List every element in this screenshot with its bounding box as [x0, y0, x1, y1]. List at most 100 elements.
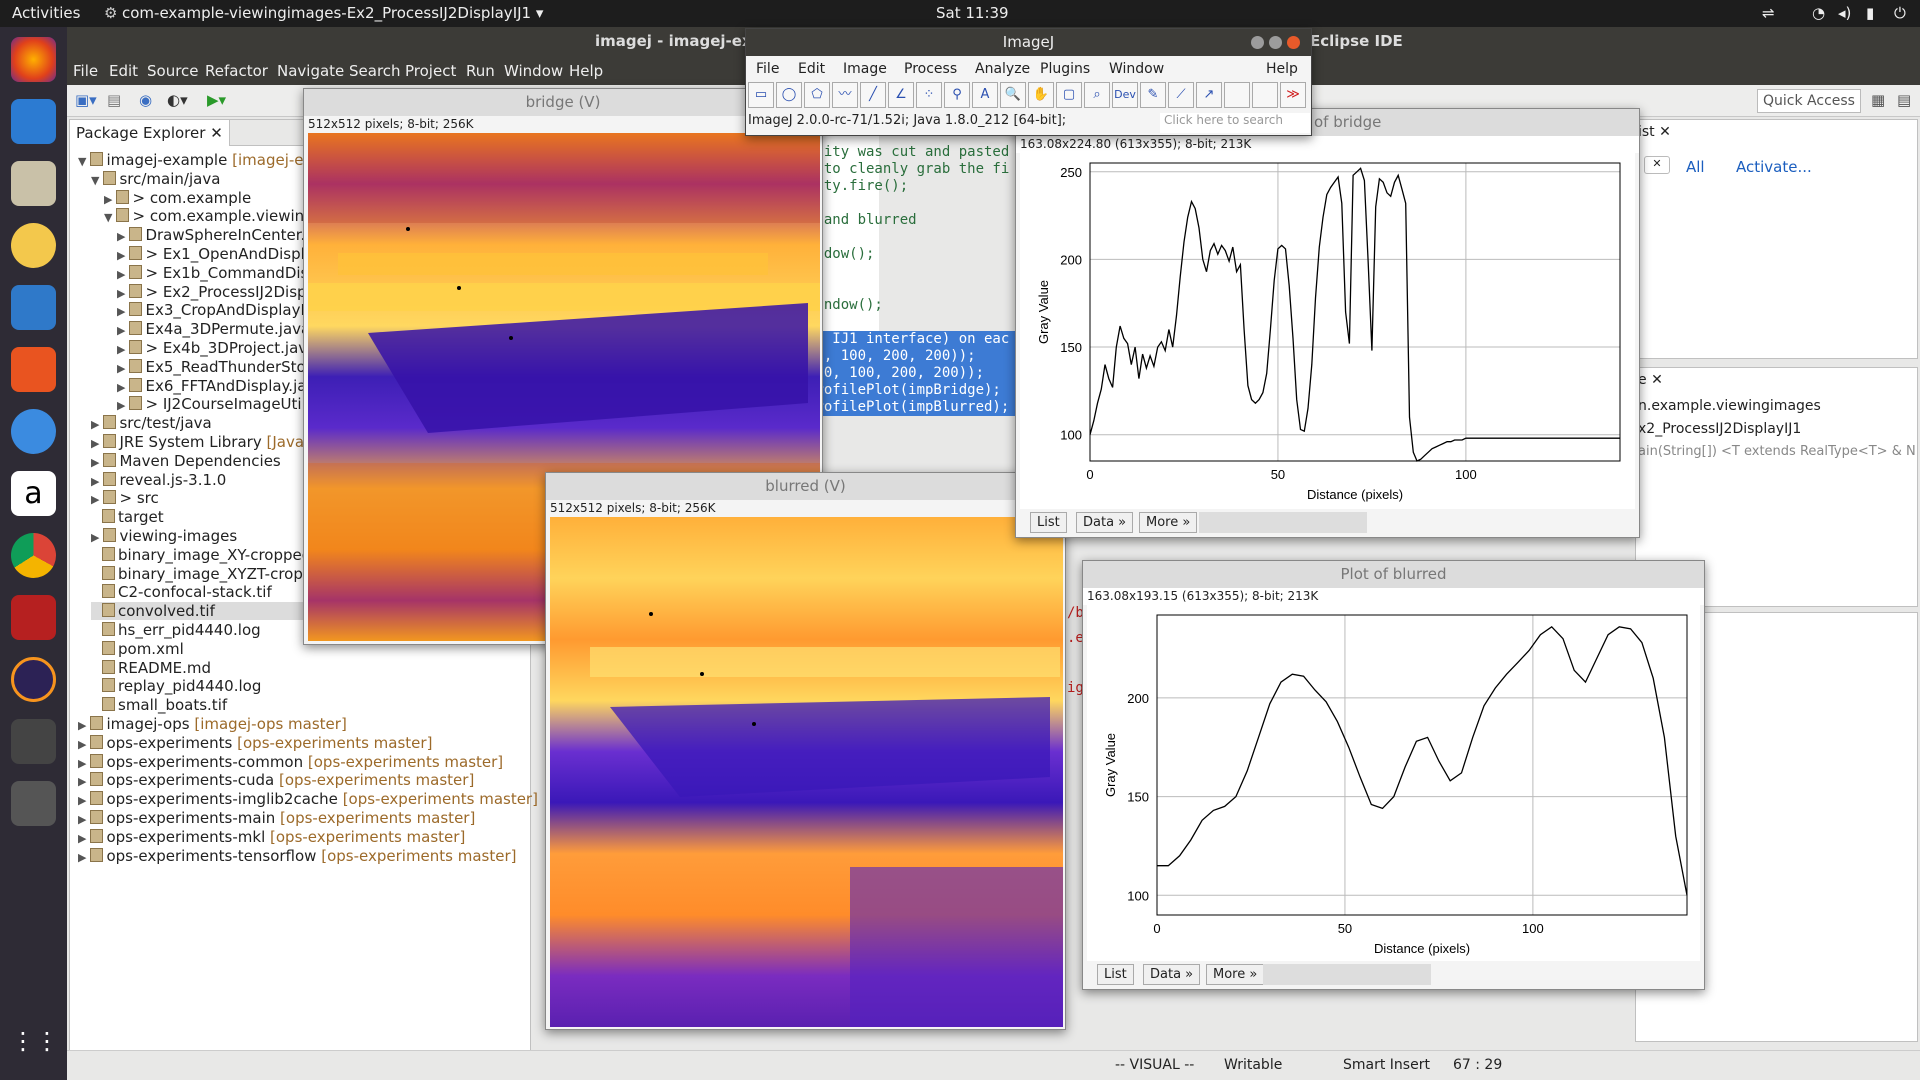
wifi-icon[interactable]: ◔ — [1812, 4, 1825, 22]
expand-arrow-icon[interactable]: ▶ — [91, 418, 99, 431]
oval-select-icon[interactable]: ◯ — [776, 82, 802, 108]
menu-refactor[interactable]: Refactor — [205, 62, 268, 80]
menu-help[interactable]: Help — [569, 62, 603, 80]
text-tool-icon[interactable]: A — [972, 82, 998, 108]
color-picker-icon[interactable]: ▢ — [1056, 82, 1082, 108]
profile-icon[interactable]: ◐▾ — [167, 91, 188, 109]
expand-arrow-icon[interactable]: ▶ — [91, 475, 99, 488]
tree-item[interactable]: small_boats.tif — [91, 696, 227, 714]
data-button[interactable]: Data » — [1143, 964, 1201, 985]
imagej-menu-image[interactable]: Image — [843, 61, 887, 77]
tree-item[interactable]: ▶ src/test/java — [91, 414, 212, 432]
expand-arrow-icon[interactable]: ▶ — [117, 268, 125, 281]
expand-arrow-icon[interactable]: ▶ — [117, 343, 125, 356]
expand-arrow-icon[interactable]: ▶ — [117, 305, 125, 318]
terminal-app-icon[interactable] — [11, 595, 56, 640]
clear-icon[interactable]: ✕ — [1644, 156, 1670, 174]
plot-blurred-window[interactable]: Plot of blurred 163.08x193.15 (613x355);… — [1082, 560, 1705, 990]
tree-item[interactable]: ▶ ops-experiments-common [ops-experiments… — [78, 753, 503, 771]
tree-item[interactable]: README.md — [91, 659, 211, 677]
quick-access-input[interactable]: Quick Access — [1757, 89, 1861, 113]
expand-arrow-icon[interactable] — [91, 569, 98, 582]
expand-arrow-icon[interactable] — [91, 587, 98, 600]
menu-window[interactable]: Window — [504, 62, 563, 80]
expand-arrow-icon[interactable]: ▶ — [117, 287, 125, 300]
blurred-image[interactable] — [550, 517, 1063, 1027]
imagej-menu-file[interactable]: File — [756, 61, 779, 77]
activities-button[interactable]: Activities — [12, 4, 80, 22]
expand-arrow-icon[interactable] — [91, 681, 98, 694]
tree-item[interactable]: hs_err_pid4440.log — [91, 621, 261, 639]
expand-arrow-icon[interactable]: ▶ — [91, 493, 99, 506]
tree-item[interactable]: ▶ Ex4a_3DPermute.java — [117, 320, 310, 338]
menu-source[interactable]: Source — [147, 62, 199, 80]
tree-item[interactable]: ▶ Ex5_ReadThunderStorr — [117, 358, 318, 376]
brush-icon[interactable]: ✎ — [1140, 82, 1166, 108]
expand-arrow-icon[interactable]: ▶ — [78, 832, 86, 845]
help-icon[interactable] — [11, 409, 56, 454]
activate-link[interactable]: Activate... — [1736, 158, 1812, 176]
tree-item[interactable]: ▶ > src — [91, 489, 159, 507]
freehand-select-icon[interactable]: 〰 — [832, 82, 858, 108]
expand-arrow-icon[interactable] — [91, 700, 98, 713]
close-icon[interactable]: ✕ — [210, 124, 223, 142]
tree-item[interactable]: replay_pid4440.log — [91, 677, 261, 695]
tab-package-explorer[interactable]: Package Explorer ✕ — [70, 120, 230, 146]
sync-icon[interactable]: ⇌ — [1762, 4, 1775, 22]
tree-item[interactable]: ▶ ops-experiments-imglib2cache [ops-exper… — [78, 790, 538, 808]
dev-icon[interactable]: Dev — [1112, 82, 1138, 108]
menu-navigate[interactable]: Navigate — [277, 62, 344, 80]
menu-file[interactable]: File — [73, 62, 98, 80]
tree-item[interactable]: pom.xml — [91, 640, 184, 658]
amazon-icon[interactable]: a — [11, 471, 56, 516]
tree-item[interactable]: binary_image_XY-cropped.t — [91, 546, 322, 564]
blank-tool-icon[interactable] — [1252, 82, 1278, 108]
volume-icon[interactable]: ◂) — [1838, 4, 1851, 22]
list-button[interactable]: List — [1097, 964, 1134, 985]
more-button[interactable]: More » — [1139, 512, 1198, 533]
imagej-icon[interactable] — [11, 781, 56, 826]
polygon-select-icon[interactable]: ⬠ — [804, 82, 830, 108]
minimize-icon[interactable] — [1251, 36, 1264, 49]
power-menu-icon[interactable]: ⏻ — [1894, 4, 1906, 22]
imagej-menu-plugins[interactable]: Plugins — [1040, 61, 1090, 77]
close-icon[interactable] — [1287, 36, 1300, 49]
tree-item[interactable]: ▶ ops-experiments [ops-experiments master… — [78, 734, 432, 752]
eclipse-icon[interactable] — [11, 657, 56, 702]
pencil-icon[interactable]: ⟋ — [1168, 82, 1194, 108]
menu-project[interactable]: Project — [405, 62, 456, 80]
filter-all[interactable]: All — [1686, 158, 1705, 176]
tree-item[interactable]: ▶ ops-experiments-main [ops-experiments m… — [78, 809, 475, 827]
tree-item[interactable]: C2-confocal-stack.tif — [91, 583, 272, 601]
tree-item[interactable]: ▶ ops-experiments-mkl [ops-experiments ma… — [78, 828, 465, 846]
maximize-icon[interactable] — [1269, 36, 1282, 49]
tree-item[interactable]: ▶ > Ex4b_3DProject.java — [117, 339, 316, 357]
angle-tool-icon[interactable]: ∠ — [888, 82, 914, 108]
tree-item[interactable]: ▶ > IJ2CourseImageUtilit — [117, 395, 316, 413]
magnifier-icon[interactable]: 🔍 — [1000, 82, 1026, 108]
plot-bridge-chart[interactable]: 0 50 100 100 150 200 250 Distance (pixels) Gray … — [1020, 153, 1635, 509]
expand-arrow-icon[interactable]: ▶ — [117, 324, 125, 337]
expand-arrow-icon[interactable]: ▶ — [117, 230, 125, 243]
expand-arrow-icon[interactable]: ▶ — [91, 437, 99, 450]
expand-arrow-icon[interactable]: ▶ — [117, 399, 125, 412]
expand-arrow-icon[interactable]: ▶ — [78, 794, 86, 807]
debug-icon[interactable]: ◉ — [139, 91, 152, 109]
expand-arrow-icon[interactable]: ▶ — [78, 775, 86, 788]
thunderbird-icon[interactable] — [11, 99, 56, 144]
plot-bridge-window[interactable]: of bridge 163.08x224.80 (613x355); 8-bit… — [1015, 108, 1640, 538]
tree-item[interactable]: ▶ > Ex1_OpenAndDisplay — [117, 245, 323, 263]
expand-arrow-icon[interactable] — [91, 663, 98, 676]
expand-arrow-icon[interactable]: ▶ — [78, 757, 86, 770]
tree-item[interactable]: ▶ imagej-ops [imagej-ops master] — [78, 715, 347, 733]
outline-method[interactable]: ain(String[]) <T extends RealType<T> & N — [1638, 444, 1916, 459]
data-button[interactable]: Data » — [1076, 512, 1134, 533]
tree-item[interactable]: ▶ viewing-images — [91, 527, 237, 545]
expand-arrow-icon[interactable]: ▶ — [117, 362, 125, 375]
expand-arrow-icon[interactable]: ▶ — [78, 851, 86, 864]
expand-arrow-icon[interactable] — [91, 644, 98, 657]
expand-arrow-icon[interactable]: ▶ — [91, 456, 99, 469]
imagej-menu-window[interactable]: Window — [1109, 61, 1164, 77]
menu-search[interactable]: Search — [349, 62, 401, 80]
chrome-icon[interactable] — [11, 533, 56, 578]
